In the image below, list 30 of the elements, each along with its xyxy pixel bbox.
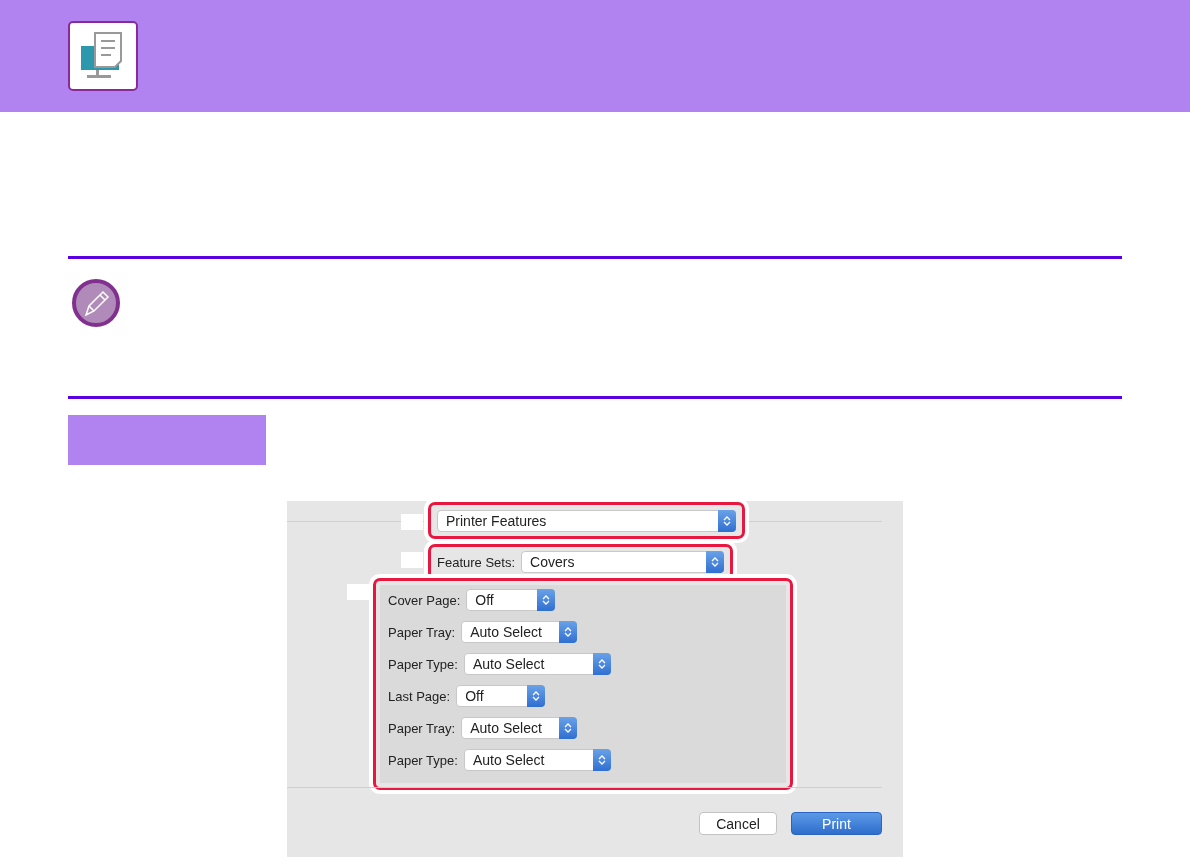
callout-blank (347, 584, 369, 600)
option-popup[interactable]: Auto Select (463, 653, 611, 675)
preset-popup[interactable]: Printer Features (437, 509, 736, 532)
up-down-arrows-icon (564, 626, 573, 638)
up-down-arrows-icon (597, 658, 606, 670)
print-button[interactable]: Print (791, 812, 882, 835)
callout-blank (401, 552, 423, 568)
option-popup[interactable]: Auto Select (463, 749, 611, 771)
up-down-arrows-icon (564, 722, 573, 734)
option-label: Last Page: (388, 688, 451, 704)
option-popup[interactable]: Off (456, 685, 546, 707)
option-label: Cover Page: (388, 592, 461, 608)
cancel-button[interactable]: Cancel (699, 812, 777, 835)
option-label: Paper Tray: (388, 624, 456, 640)
option-label: Paper Type: (388, 656, 458, 672)
callout-blank (401, 514, 423, 530)
option-label: Paper Type: (388, 752, 458, 768)
option-popup[interactable]: Auto Select (461, 717, 578, 739)
option-popup[interactable]: Auto Select (461, 621, 578, 643)
computer-print-icon (68, 21, 138, 91)
pencil-note-icon (72, 279, 120, 327)
up-down-arrows-icon (723, 514, 731, 527)
up-down-arrows-icon (597, 754, 606, 766)
feature-sets-label: Feature Sets: (437, 554, 516, 570)
up-down-arrows-icon (542, 594, 551, 606)
up-down-arrows-icon (532, 690, 541, 702)
feature-sets-popup[interactable]: Covers (521, 551, 724, 573)
option-label: Paper Tray: (388, 720, 456, 736)
up-down-arrows-icon (711, 556, 719, 568)
option-popup[interactable]: Off (466, 589, 556, 611)
